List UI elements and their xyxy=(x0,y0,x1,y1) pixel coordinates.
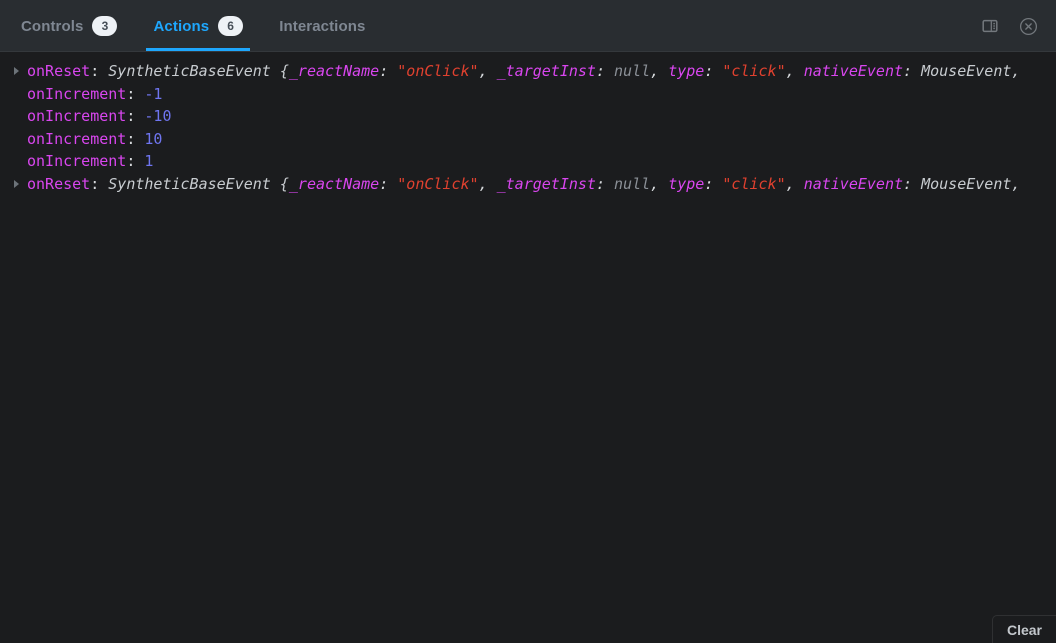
log-token-prop: _reactName xyxy=(288,174,380,193)
expand-triangle-icon[interactable] xyxy=(14,179,27,188)
log-token-sep: : xyxy=(704,62,723,80)
tab-label: Actions xyxy=(153,17,210,35)
log-token-prop: _reactName xyxy=(288,62,380,80)
log-row: onIncrement: 1 xyxy=(0,150,1056,173)
log-token-sep: : xyxy=(903,62,922,80)
clear-button[interactable]: Clear xyxy=(991,615,1056,643)
log-token-sep: : xyxy=(595,62,615,80)
log-token-sep: , xyxy=(478,174,497,193)
log-token-sep: , xyxy=(650,174,669,193)
tab-badge: 6 xyxy=(218,16,244,36)
log-token-sep: : xyxy=(379,62,398,80)
addon-tab-bar: Controls 3 Actions 6 Interactions xyxy=(0,0,1056,52)
log-token-key: onIncrement xyxy=(27,84,127,103)
log-row[interactable]: onReset: SyntheticBaseEvent {_reactName:… xyxy=(0,60,1056,83)
log-token-ctor: SyntheticBaseEvent { xyxy=(108,62,289,80)
panel-layout-icon xyxy=(982,18,998,34)
log-token-prop: type xyxy=(668,62,705,80)
tab-interactions[interactable]: Interactions xyxy=(261,0,383,52)
close-circle-icon xyxy=(1019,17,1038,36)
log-row-text: onReset: SyntheticBaseEvent {_reactName:… xyxy=(27,173,1029,196)
log-token-punct: : xyxy=(90,62,109,80)
tab-badge: 3 xyxy=(92,16,118,36)
log-row-text: onIncrement: 1 xyxy=(27,150,153,173)
tab-label: Interactions xyxy=(279,17,366,35)
log-token-sep: : xyxy=(903,174,922,193)
log-row: onIncrement: -1 xyxy=(0,83,1056,106)
log-token-key: onIncrement xyxy=(27,107,127,125)
log-token-str: "click" xyxy=(722,174,786,193)
log-token-str: "onClick" xyxy=(397,174,479,193)
log-token-sep: , xyxy=(650,62,669,80)
panel-layout-button[interactable] xyxy=(976,12,1004,40)
log-token-punct: : xyxy=(126,84,145,103)
panel-toolbar xyxy=(976,0,1056,52)
log-token-key: onReset xyxy=(27,174,91,193)
log-row[interactable]: onReset: SyntheticBaseEvent {_reactName:… xyxy=(0,173,1056,196)
log-token-sep: : xyxy=(379,174,398,193)
addon-panel: Controls 3 Actions 6 Interactions onRese… xyxy=(0,0,1056,643)
log-token-sep: : xyxy=(595,174,615,193)
tab-list: Controls 3 Actions 6 Interactions xyxy=(0,0,383,52)
actions-log-list: onReset: SyntheticBaseEvent {_reactName:… xyxy=(0,60,1056,195)
tab-actions[interactable]: Actions 6 xyxy=(135,0,261,52)
log-token-num: -1 xyxy=(144,84,163,103)
log-token-key: onReset xyxy=(27,62,91,80)
log-row: onIncrement: -10 xyxy=(0,105,1056,128)
log-token-num: -10 xyxy=(144,107,172,125)
log-token-sep: , xyxy=(785,174,804,193)
tab-label: Controls xyxy=(21,17,84,35)
log-token-punct: : xyxy=(126,152,145,170)
log-token-punct: : xyxy=(126,129,145,148)
log-row: onIncrement: 10 xyxy=(0,128,1056,151)
log-token-key: onIncrement xyxy=(27,152,127,170)
log-token-null: null xyxy=(614,62,651,80)
log-row-text: onIncrement: 10 xyxy=(27,128,162,151)
log-token-plain: MouseEvent, xyxy=(921,174,1030,193)
log-token-sep: : xyxy=(704,174,723,193)
log-token-prop: _targetInst xyxy=(496,62,596,80)
log-token-num: 1 xyxy=(144,152,154,170)
log-token-key: onIncrement xyxy=(27,129,127,148)
log-token-plain: MouseEvent, xyxy=(921,62,1030,80)
clear-button-container: Clear xyxy=(991,615,1056,643)
log-token-prop: nativeEvent xyxy=(803,62,904,80)
close-panel-button[interactable] xyxy=(1014,12,1042,40)
log-token-punct: : xyxy=(126,107,145,125)
actions-log-area[interactable]: onReset: SyntheticBaseEvent {_reactName:… xyxy=(0,52,1056,643)
log-token-num: 10 xyxy=(144,129,163,148)
log-token-prop: _targetInst xyxy=(496,174,596,193)
log-token-sep: , xyxy=(478,62,497,80)
expand-triangle-icon[interactable] xyxy=(14,67,27,75)
log-token-ctor: SyntheticBaseEvent { xyxy=(108,174,289,193)
log-token-prop: type xyxy=(668,174,705,193)
log-token-null: null xyxy=(614,174,651,193)
log-token-str: "onClick" xyxy=(397,62,479,80)
log-token-punct: : xyxy=(90,174,109,193)
tab-controls[interactable]: Controls 3 xyxy=(3,0,135,52)
log-row-text: onIncrement: -10 xyxy=(27,105,172,128)
log-row-text: onReset: SyntheticBaseEvent {_reactName:… xyxy=(27,60,1029,83)
log-token-sep: , xyxy=(785,62,804,80)
log-token-str: "click" xyxy=(722,62,786,80)
log-token-prop: nativeEvent xyxy=(803,174,904,193)
log-row-text: onIncrement: -1 xyxy=(27,83,162,106)
